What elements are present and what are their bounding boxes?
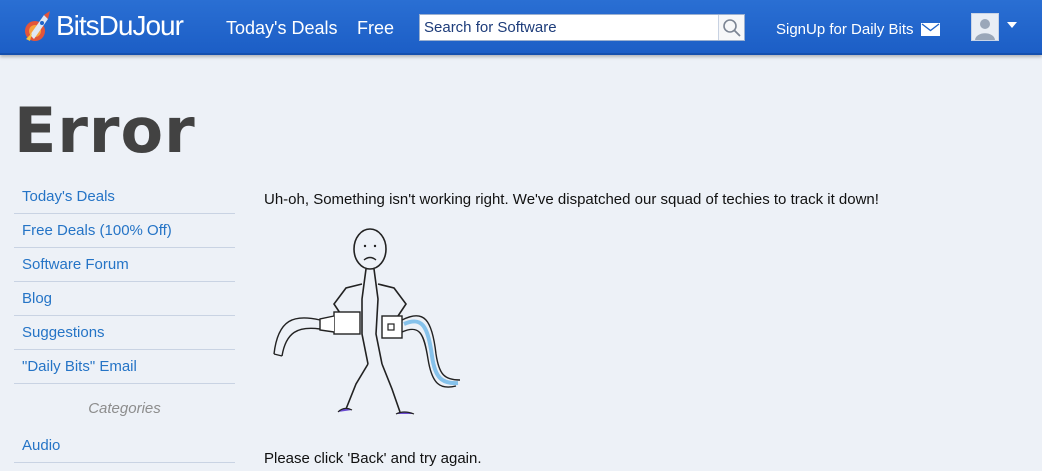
search-icon: [723, 19, 741, 37]
sidebar-item-daily-bits-email[interactable]: "Daily Bits" Email: [14, 350, 235, 384]
mail-icon: [920, 23, 940, 36]
nav-free[interactable]: Free: [357, 18, 394, 39]
user-icon: [972, 14, 998, 40]
unplugged-cable-illustration: [273, 228, 461, 415]
avatar[interactable]: [971, 13, 999, 41]
main-content: Uh-oh, Something isn't working right. We…: [264, 190, 1024, 210]
search-box: [419, 14, 745, 41]
top-navigation-bar: BitsDuJour Today's Deals Free SignUp for…: [0, 0, 1042, 55]
back-instruction: Please click 'Back' and try again.: [264, 450, 482, 467]
page-title: Error: [14, 94, 196, 167]
categories-heading: Categories: [88, 400, 161, 417]
nav-todays-deals[interactable]: Today's Deals: [226, 18, 338, 39]
brand-logo[interactable]: BitsDuJour: [22, 8, 184, 44]
brand-name: BitsDuJour: [56, 10, 184, 41]
sidebar-item-blog[interactable]: Blog: [14, 282, 235, 316]
search-button[interactable]: [718, 15, 744, 40]
sidebar-category-audio[interactable]: Audio: [14, 429, 235, 463]
signup-daily-bits-link[interactable]: SignUp for Daily Bits: [776, 21, 940, 38]
sidebar-item-free-deals[interactable]: Free Deals (100% Off): [14, 214, 235, 248]
error-message: Uh-oh, Something isn't working right. We…: [264, 191, 879, 208]
sidebar-item-todays-deals[interactable]: Today's Deals: [14, 180, 235, 214]
sidebar-item-software-forum[interactable]: Software Forum: [14, 248, 235, 282]
signup-label: SignUp for Daily Bits: [776, 21, 914, 38]
chevron-down-icon[interactable]: [1007, 22, 1017, 28]
rocket-logo-icon: [25, 11, 50, 41]
sidebar: Today's Deals Free Deals (100% Off) Soft…: [14, 180, 235, 463]
sidebar-item-suggestions[interactable]: Suggestions: [14, 316, 235, 350]
search-input[interactable]: [420, 15, 720, 40]
